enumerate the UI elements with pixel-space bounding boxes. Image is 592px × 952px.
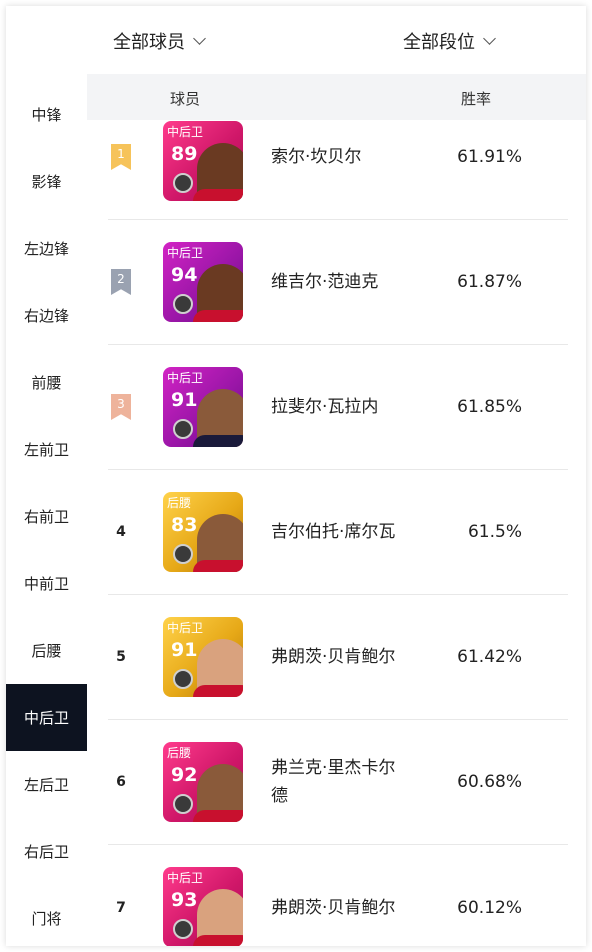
gold-rank-flag-icon: 1 [111, 144, 131, 170]
table-row[interactable]: 2 中后卫 94 维吉尔·范迪克 61.87% [108, 220, 568, 345]
card-rating: 83 [171, 514, 198, 536]
win-rate: 61.42% [457, 647, 522, 667]
table-row[interactable]: 6 后腰 92 弗兰克·里杰卡尔德 60.68% [108, 720, 568, 845]
player-name: 索尔·坎贝尔 [271, 147, 362, 167]
card-rating: 91 [171, 389, 198, 411]
sidebar-item-second-striker[interactable]: 影锋 [6, 148, 87, 215]
sidebar-item-attacking-mid[interactable]: 前腰 [6, 349, 87, 416]
win-rate: 61.5% [467, 522, 522, 542]
rank-number: 7 [116, 899, 126, 916]
card-position: 中后卫 [167, 871, 204, 885]
sidebar-item-left-wing[interactable]: 左边锋 [6, 215, 87, 282]
rank-cell: 4 [108, 470, 134, 594]
win-rate: 61.85% [457, 397, 522, 417]
player-name: 弗朗茨·贝肯鲍尔 [271, 897, 396, 918]
sidebar-item-center-back[interactable]: 中后卫 [6, 684, 87, 751]
card-position: 中后卫 [167, 371, 204, 385]
player-card[interactable]: 中后卫 91 [163, 617, 243, 697]
card-type-badge-icon [173, 544, 193, 564]
sidebar-item-right-mid[interactable]: 右前卫 [6, 483, 87, 550]
player-shirt [193, 560, 243, 572]
card-position: 中后卫 [167, 246, 204, 260]
player-card[interactable]: 后腰 92 [163, 742, 243, 822]
rank-number: 6 [116, 774, 126, 790]
card-rating: 94 [171, 264, 198, 286]
win-rate: 60.12% [457, 897, 522, 918]
player-name: 维吉尔·范迪克 [271, 272, 379, 292]
player-name: 拉斐尔·瓦拉内 [271, 397, 379, 417]
player-name: 弗兰克·里杰卡尔德 [271, 758, 396, 806]
win-rate: 60.68% [457, 772, 522, 792]
rank-cell: 7 [108, 845, 134, 946]
table-row[interactable]: 7 中后卫 93 弗朗茨·贝肯鲍尔 60.12% [108, 845, 568, 946]
bronze-rank-flag-icon: 3 [111, 394, 131, 420]
card-type-badge-icon [173, 669, 193, 689]
card-rating: 89 [171, 143, 198, 165]
chevron-down-icon [193, 32, 206, 45]
rank-cell: 6 [108, 720, 134, 844]
chevron-down-icon [483, 32, 496, 45]
sidebar-item-goalkeeper[interactable]: 门将 [6, 885, 87, 946]
position-sidebar: 中锋 影锋 左边锋 右边锋 前腰 左前卫 右前卫 中前卫 后腰 中后卫 左后卫 … [6, 74, 87, 946]
player-name: 吉尔伯托·席尔瓦 [271, 522, 396, 542]
rank-number: 5 [116, 649, 126, 665]
sidebar-item-left-back[interactable]: 左后卫 [6, 751, 87, 818]
card-rating: 91 [171, 639, 198, 661]
card-position: 中后卫 [167, 125, 204, 139]
sidebar-item-right-back[interactable]: 右后卫 [6, 818, 87, 885]
player-shirt [193, 435, 243, 447]
player-shirt [193, 935, 243, 946]
rank-filter-dropdown[interactable]: 全部段位 [403, 28, 496, 54]
table-row[interactable]: 5 中后卫 91 弗朗茨·贝肯鲍尔 61.42% [108, 595, 568, 720]
sidebar-item-striker[interactable]: 中锋 [6, 81, 87, 148]
sidebar-item-right-wing[interactable]: 右边锋 [6, 282, 87, 349]
win-rate: 61.91% [457, 147, 522, 167]
player-shirt [193, 685, 243, 697]
rank-number: 4 [116, 524, 126, 540]
rank-filter-label: 全部段位 [403, 32, 475, 53]
player-card[interactable]: 中后卫 91 [163, 367, 243, 447]
player-filter-dropdown[interactable]: 全部球员 [113, 28, 206, 54]
leaderboard-frame: 全部球员 全部段位 球员 胜率 中锋 影锋 左边锋 右边锋 前腰 左前卫 右前卫… [6, 6, 586, 946]
card-type-badge-icon [173, 919, 193, 939]
rank-cell: 1 [108, 95, 134, 219]
card-rating: 92 [171, 764, 198, 786]
rank-cell: 5 [108, 595, 134, 719]
card-rating: 93 [171, 889, 198, 911]
player-filter-label: 全部球员 [113, 32, 185, 53]
player-card[interactable]: 后腰 83 [163, 492, 243, 572]
card-position: 后腰 [167, 496, 192, 510]
table-row[interactable]: 1 中后卫 89 索尔·坎贝尔 61.91% [108, 95, 568, 220]
player-shirt [193, 189, 243, 201]
player-card[interactable]: 中后卫 89 [163, 121, 243, 201]
player-card[interactable]: 中后卫 93 [163, 867, 243, 946]
player-name: 弗朗茨·贝肯鲍尔 [271, 647, 396, 667]
silver-rank-flag-icon: 2 [111, 269, 131, 295]
sidebar-item-center-mid[interactable]: 中前卫 [6, 550, 87, 617]
rank-cell: 3 [108, 345, 134, 469]
card-position: 后腰 [167, 746, 192, 760]
card-type-badge-icon [173, 173, 193, 193]
sidebar-item-defensive-mid[interactable]: 后腰 [6, 617, 87, 684]
table-row[interactable]: 4 后腰 83 吉尔伯托·席尔瓦 61.5% [108, 470, 568, 595]
player-shirt [193, 810, 243, 822]
card-type-badge-icon [173, 794, 193, 814]
card-type-badge-icon [173, 294, 193, 314]
player-shirt [193, 310, 243, 322]
card-type-badge-icon [173, 419, 193, 439]
table-row[interactable]: 3 中后卫 91 拉斐尔·瓦拉内 61.85% [108, 345, 568, 470]
sidebar-item-left-mid[interactable]: 左前卫 [6, 416, 87, 483]
player-card[interactable]: 中后卫 94 [163, 242, 243, 322]
rank-cell: 2 [108, 220, 134, 344]
win-rate: 61.87% [457, 272, 522, 292]
card-position: 中后卫 [167, 621, 204, 635]
